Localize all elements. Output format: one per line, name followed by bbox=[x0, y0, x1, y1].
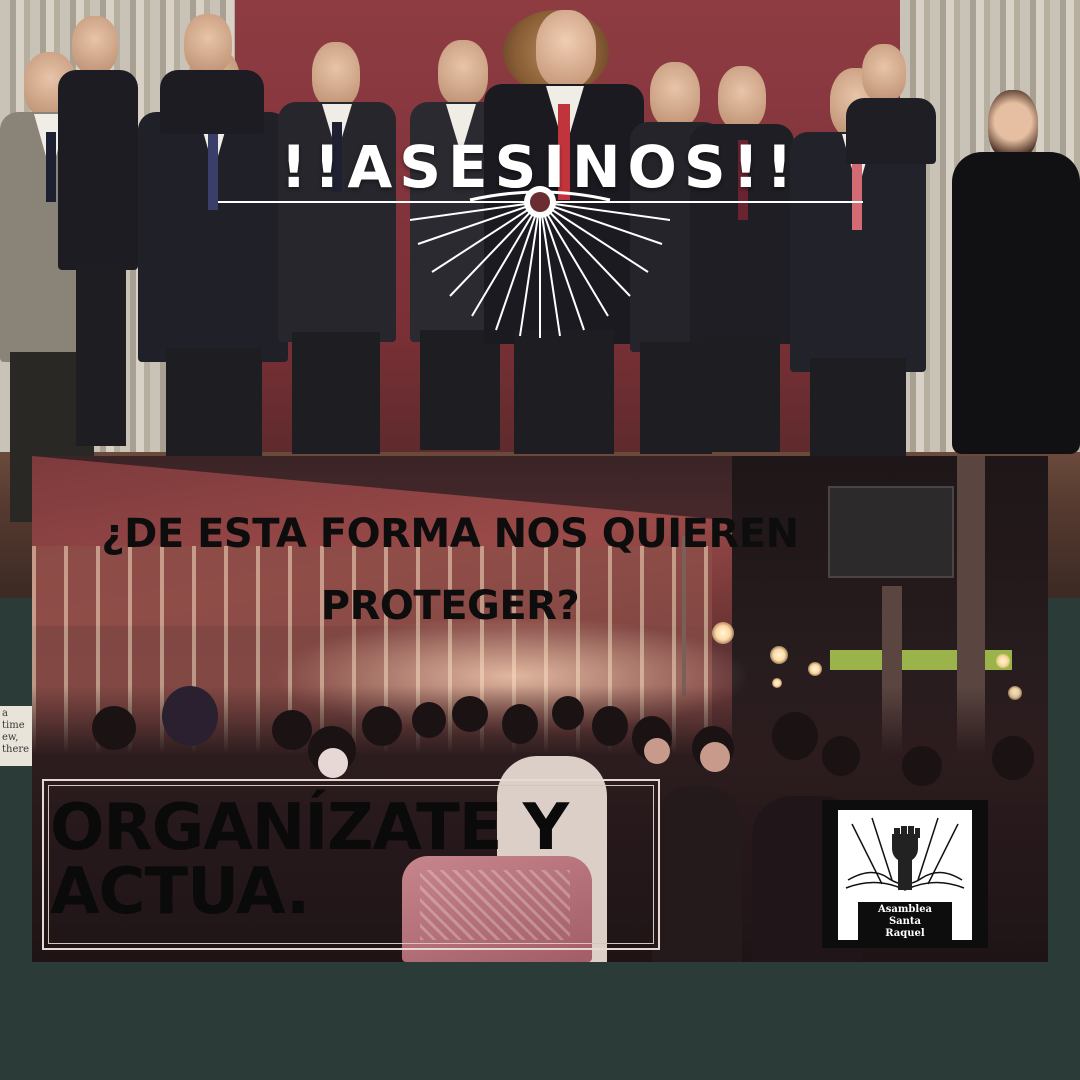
logo-line-1: Asamblea bbox=[877, 904, 933, 915]
crowd-person bbox=[502, 704, 538, 744]
raised-fist-icon bbox=[845, 817, 965, 891]
crowd-person bbox=[700, 742, 730, 772]
crowd-person bbox=[902, 746, 942, 786]
crowd-person bbox=[644, 738, 670, 764]
scrap-line-2: ew, there bbox=[2, 732, 30, 755]
scrap-line-1: a time bbox=[2, 708, 25, 731]
paper-scrap: a time ew, there bbox=[0, 706, 32, 766]
cta-line-2: ACTUA. bbox=[50, 855, 310, 929]
crowd-person bbox=[992, 736, 1034, 780]
logo-label: Asamblea Santa Raquel bbox=[858, 902, 952, 940]
crowd-person bbox=[412, 702, 446, 738]
street-lamp bbox=[770, 646, 788, 664]
crowd-person bbox=[362, 706, 402, 746]
person bbox=[690, 66, 794, 452]
street-lamp bbox=[996, 654, 1010, 668]
crowd-person bbox=[822, 736, 860, 776]
crowd-person bbox=[452, 696, 488, 732]
street-lamp bbox=[808, 662, 822, 676]
person bbox=[160, 14, 264, 134]
assembly-logo: Asamblea Santa Raquel bbox=[822, 800, 988, 948]
logo-panel: Asamblea Santa Raquel bbox=[838, 810, 972, 940]
crowd-person bbox=[162, 686, 218, 746]
question-line-2: PROTEGER? bbox=[320, 583, 580, 629]
question-text: ¿DE ESTA FORMA NOS QUIEREN PROTEGER? bbox=[40, 498, 860, 642]
crowd-person bbox=[92, 706, 136, 750]
crowd-person bbox=[772, 712, 818, 760]
crowd-person bbox=[592, 706, 628, 746]
person bbox=[278, 42, 396, 454]
sunburst-icon bbox=[410, 186, 670, 338]
call-to-action: ORGANÍZATE Y ACTUA. bbox=[50, 796, 670, 924]
person bbox=[58, 16, 138, 446]
crowd-person bbox=[318, 748, 348, 778]
cta-line-1: ORGANÍZATE Y bbox=[50, 791, 569, 865]
crowd-person bbox=[272, 710, 312, 750]
question-line-1: ¿DE ESTA FORMA NOS QUIEREN bbox=[101, 511, 799, 557]
logo-line-3: Raquel bbox=[885, 928, 925, 939]
logo-line-2: Santa bbox=[888, 916, 922, 927]
crowd-person bbox=[552, 696, 584, 730]
